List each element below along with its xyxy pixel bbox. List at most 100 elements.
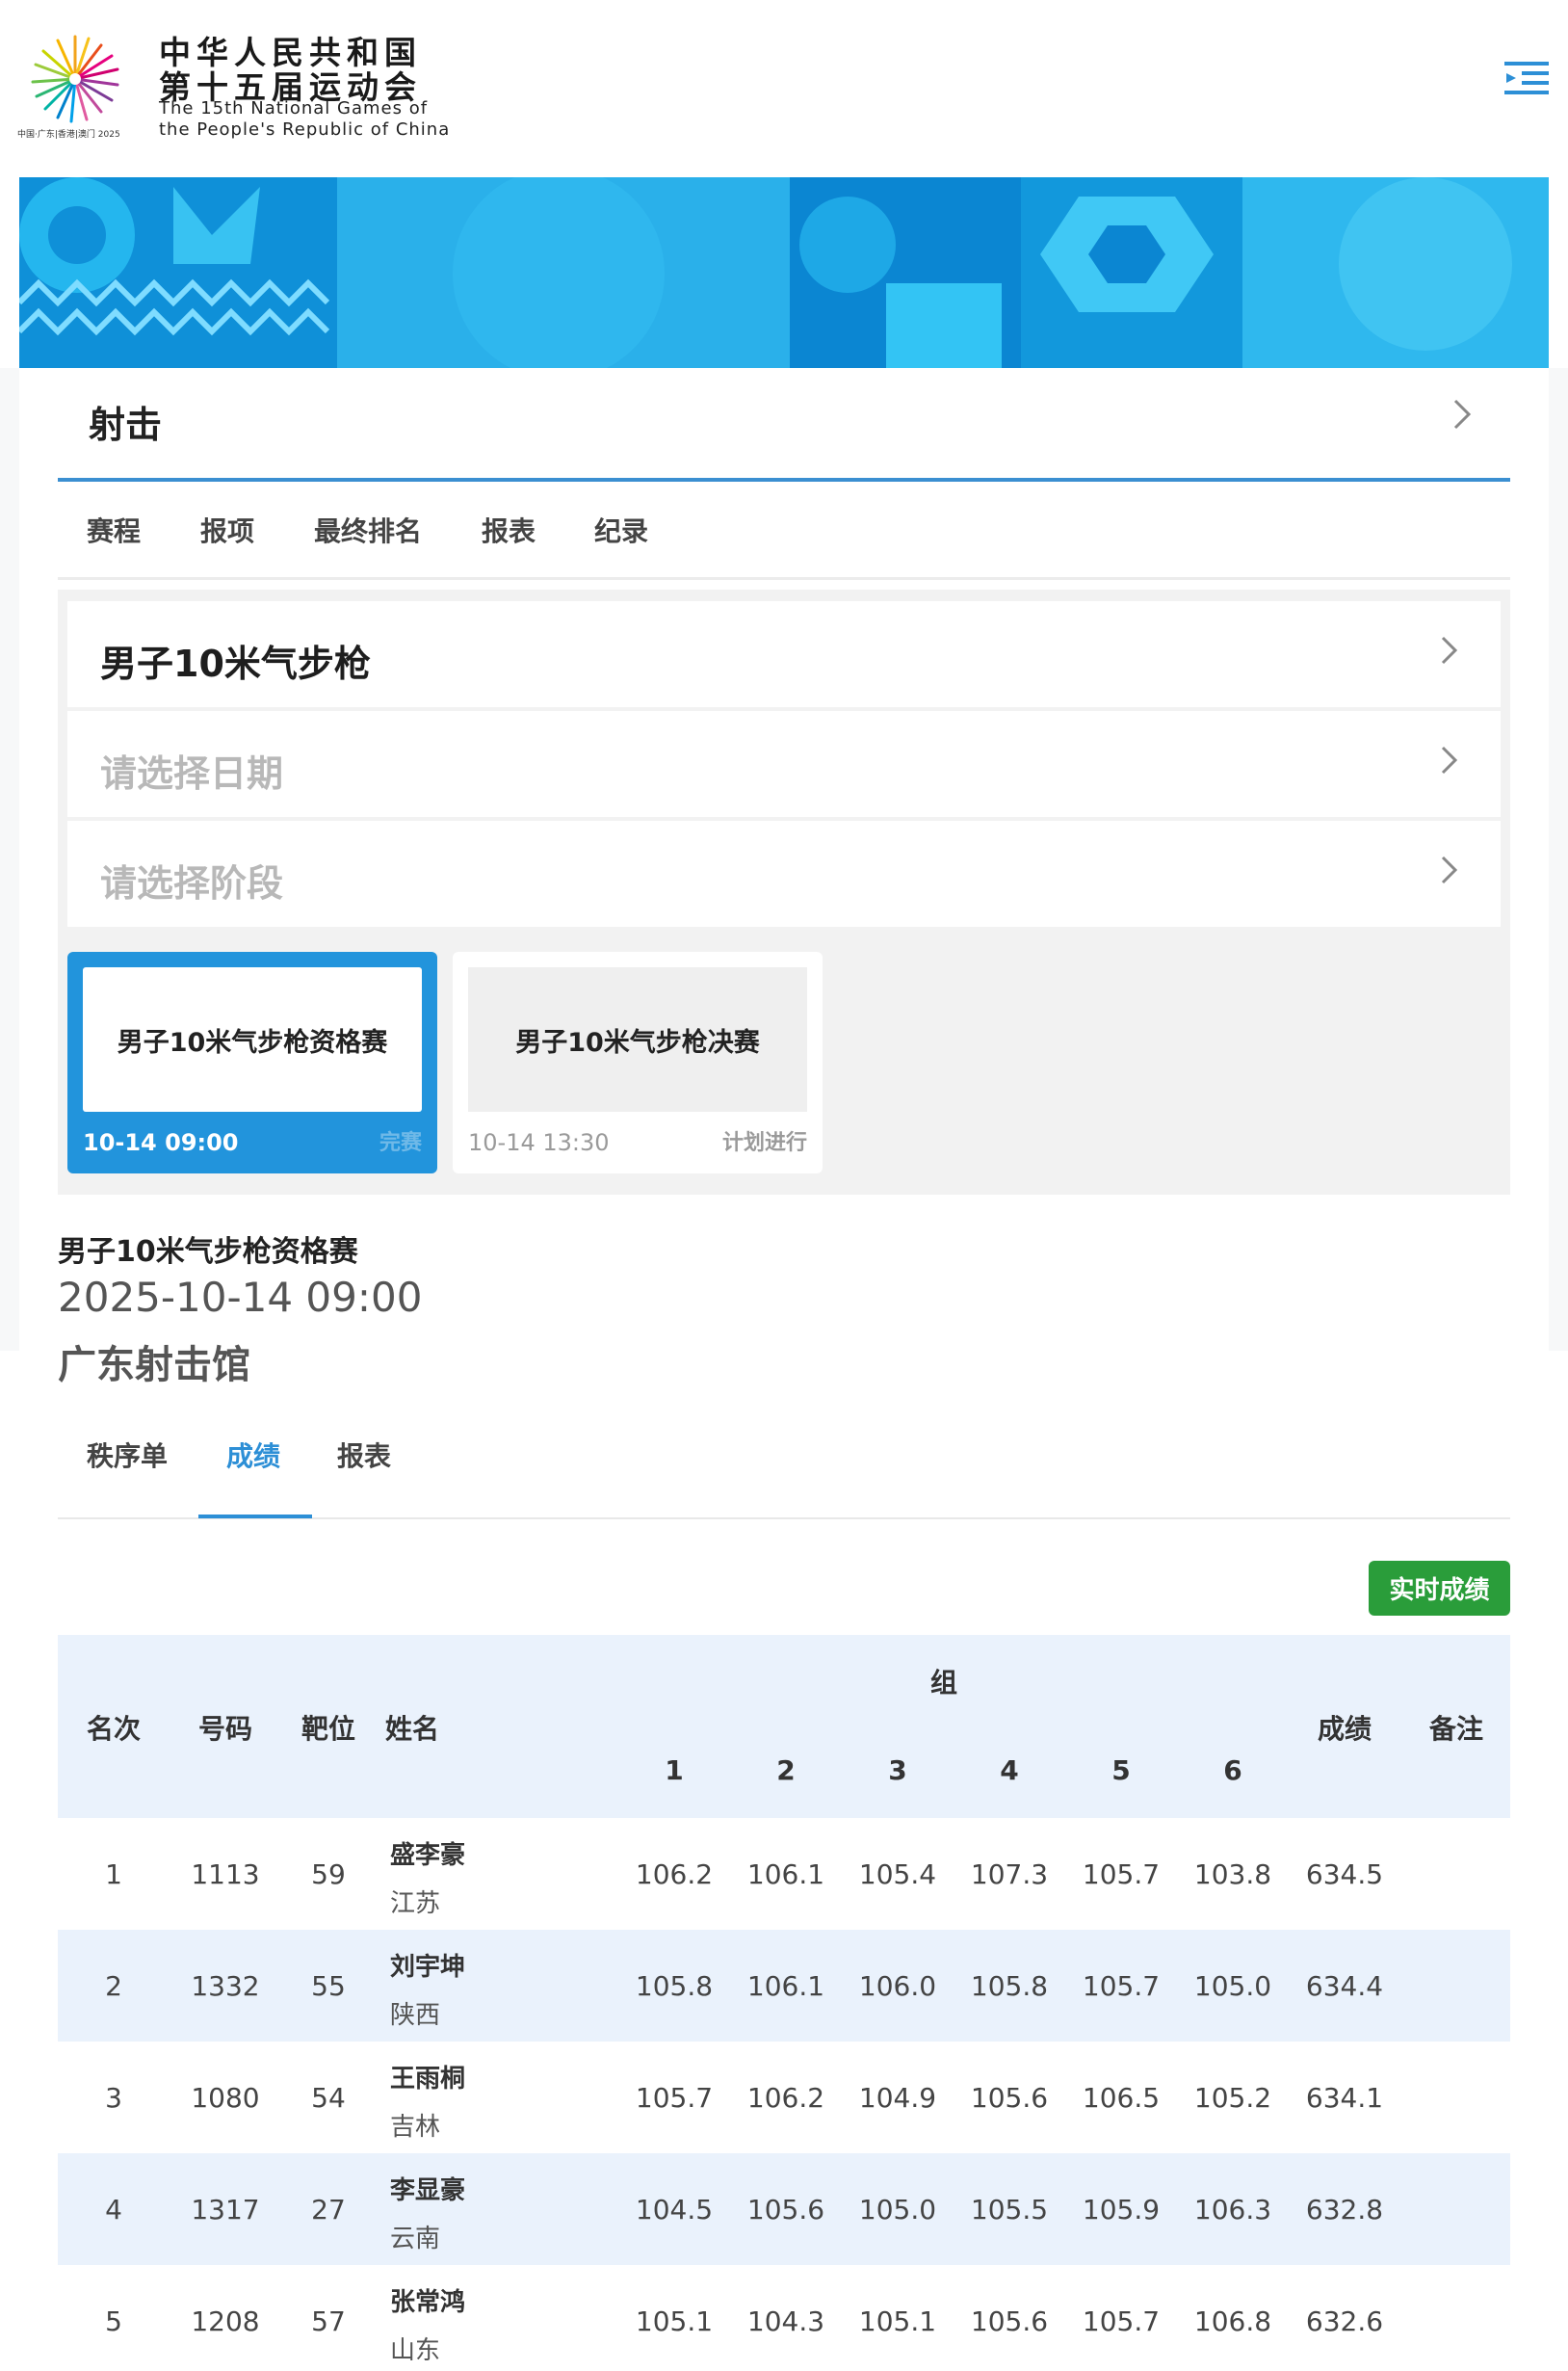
phase-status: 完赛: [379, 1131, 422, 1155]
phase-time: 10-14 13:30: [468, 1129, 610, 1156]
phase-name: 男子10米气步枪资格赛: [83, 967, 422, 1112]
cell-bib: 1080: [191, 2081, 260, 2114]
header-total[interactable]: 成绩: [1287, 1708, 1402, 1747]
cell-athlete-name[interactable]: 刘宇坤: [390, 1947, 465, 1983]
header-bib[interactable]: 号码: [170, 1708, 281, 1747]
subnav-entries[interactable]: 报项: [200, 511, 254, 549]
cell-rank: 5: [105, 2305, 122, 2337]
cell-rank: 3: [105, 2081, 122, 2114]
cell-series-5: 105.7: [1082, 1969, 1161, 2002]
cell-rank: 4: [105, 2193, 122, 2226]
phase-time: 10-14 09:00: [83, 1129, 239, 1156]
cell-series-5: 105.7: [1082, 1857, 1161, 1890]
cell-athlete-name[interactable]: 盛李豪: [390, 1835, 465, 1871]
table-row[interactable]: 4 1317 27 李显豪 云南 104.5 105.6 105.0 105.5…: [58, 2153, 1510, 2265]
table-row[interactable]: 3 1080 54 王雨桐 吉林 105.7 106.2 104.9 105.6…: [58, 2042, 1510, 2153]
phase-status: 计划进行: [721, 1131, 807, 1155]
event-selector-label: 男子10米气步枪: [100, 643, 371, 685]
phase-selector-placeholder: 请选择阶段: [100, 862, 284, 905]
cell-remark: [1402, 2153, 1510, 2265]
cell-series-1: 105.7: [635, 2081, 714, 2114]
live-results-button[interactable]: 实时成绩: [1369, 1561, 1510, 1616]
phase-selector[interactable]: 请选择阶段: [67, 821, 1501, 927]
cell-lane: 59: [311, 1857, 346, 1890]
cell-series-6: 105.0: [1193, 1969, 1272, 2002]
date-selector-placeholder: 请选择日期: [100, 752, 284, 795]
subnav-schedule[interactable]: 赛程: [87, 511, 141, 549]
cell-total: 634.1: [1305, 2081, 1384, 2114]
cell-athlete-name[interactable]: 李显豪: [390, 2171, 465, 2206]
cell-delegation: 吉林: [390, 2113, 441, 2142]
cell-lane: 27: [311, 2193, 346, 2226]
site-title-en-line2: the People's Republic of China: [159, 119, 451, 140]
cell-series-1: 106.2: [635, 1857, 714, 1890]
sport-title-underline: [58, 478, 1510, 482]
cell-total: 632.6: [1305, 2305, 1384, 2337]
cell-series-2: 106.2: [746, 2081, 825, 2114]
date-selector[interactable]: 请选择日期: [67, 711, 1501, 817]
table-row[interactable]: 2 1332 55 刘宇坤 陕西 105.8 106.1 106.0 105.8…: [58, 1930, 1510, 2042]
cell-bib: 1113: [191, 1857, 260, 1890]
cell-lane: 57: [311, 2305, 346, 2337]
cell-series-4: 107.3: [970, 1857, 1049, 1890]
cell-athlete-name[interactable]: 王雨桐: [390, 2059, 465, 2094]
cell-series-6: 103.8: [1193, 1857, 1272, 1890]
menu-indent-icon[interactable]: [1504, 60, 1549, 98]
header-series-5: 5: [1111, 1754, 1131, 1786]
cell-series-4: 105.8: [970, 1969, 1049, 2002]
chevron-right-icon: [1441, 746, 1458, 775]
header-series-4: 4: [1000, 1754, 1019, 1786]
cell-series-2: 106.1: [746, 1857, 825, 1890]
tab-reports[interactable]: 报表: [337, 1436, 391, 1474]
cell-delegation: 山东: [390, 2336, 441, 2365]
subnav-records[interactable]: 纪录: [594, 511, 648, 549]
cell-rank: 2: [105, 1969, 122, 2002]
cell-total: 632.8: [1305, 2193, 1384, 2226]
subnav-final-ranking[interactable]: 最终排名: [314, 511, 422, 549]
cell-bib: 1317: [191, 2193, 260, 2226]
phase-card-final[interactable]: 男子10米气步枪决赛 10-14 13:30 计划进行: [453, 952, 823, 1173]
cell-total: 634.5: [1305, 1857, 1384, 1890]
cell-series-3: 104.9: [858, 2081, 937, 2114]
event-datetime: 2025-10-14 09:00: [58, 1274, 423, 1321]
tab-start-list[interactable]: 秩序单: [87, 1436, 168, 1474]
header-name[interactable]: 姓名: [385, 1708, 439, 1747]
phase-card-qualification[interactable]: 男子10米气步枪资格赛 10-14 09:00 完赛: [67, 952, 437, 1173]
cell-series-3: 105.1: [858, 2305, 937, 2337]
chevron-right-icon: [1441, 856, 1458, 884]
cell-remark: [1402, 2042, 1510, 2153]
tab-results[interactable]: 成绩: [226, 1436, 280, 1474]
cell-bib: 1208: [191, 2305, 260, 2337]
site-header: 中国·广东|香港|澳门 2025 中华人民共和国 第十五届运动会 The 15t…: [0, 0, 1568, 177]
cell-series-6: 106.8: [1193, 2305, 1272, 2337]
cell-lane: 54: [311, 2081, 346, 2114]
cell-series-1: 105.1: [635, 2305, 714, 2337]
banner-pattern-graphic: [19, 177, 1549, 368]
cell-series-6: 105.2: [1193, 2081, 1272, 2114]
event-selector[interactable]: 男子10米气步枪: [67, 601, 1501, 707]
cell-series-3: 106.0: [858, 1969, 937, 2002]
sport-title: 射击: [89, 404, 163, 446]
header-series-3: 3: [888, 1754, 907, 1786]
cell-delegation: 陕西: [390, 2001, 441, 2030]
table-row[interactable]: 1 1113 59 盛李豪 江苏 106.2 106.1 105.4 107.3…: [58, 1818, 1510, 1930]
table-row[interactable]: 5 1208 57 张常鸿 山东 105.1 104.3 105.1 105.6…: [58, 2265, 1510, 2371]
logo-caption: 中国·广东|香港|澳门 2025: [17, 130, 120, 140]
site-title-en-line1: The 15th National Games of: [159, 98, 429, 119]
header-rank[interactable]: 名次: [58, 1708, 170, 1747]
subnav-reports[interactable]: 报表: [482, 511, 536, 549]
cell-athlete-name[interactable]: 张常鸿: [390, 2282, 465, 2318]
cell-series-1: 104.5: [635, 2193, 714, 2226]
cell-series-2: 104.3: [746, 2305, 825, 2337]
sport-banner: [19, 177, 1549, 368]
games-logo-icon[interactable]: [17, 19, 133, 145]
phase-name: 男子10米气步枪决赛: [468, 967, 807, 1112]
cell-bib: 1332: [191, 1969, 260, 2002]
header-lane[interactable]: 靶位: [281, 1708, 376, 1747]
cell-series-3: 105.4: [858, 1857, 937, 1890]
cell-series-4: 105.5: [970, 2193, 1049, 2226]
cell-series-4: 105.6: [970, 2081, 1049, 2114]
cell-series-4: 105.6: [970, 2305, 1049, 2337]
cell-rank: 1: [105, 1857, 122, 1890]
chevron-right-icon[interactable]: [1450, 395, 1475, 434]
